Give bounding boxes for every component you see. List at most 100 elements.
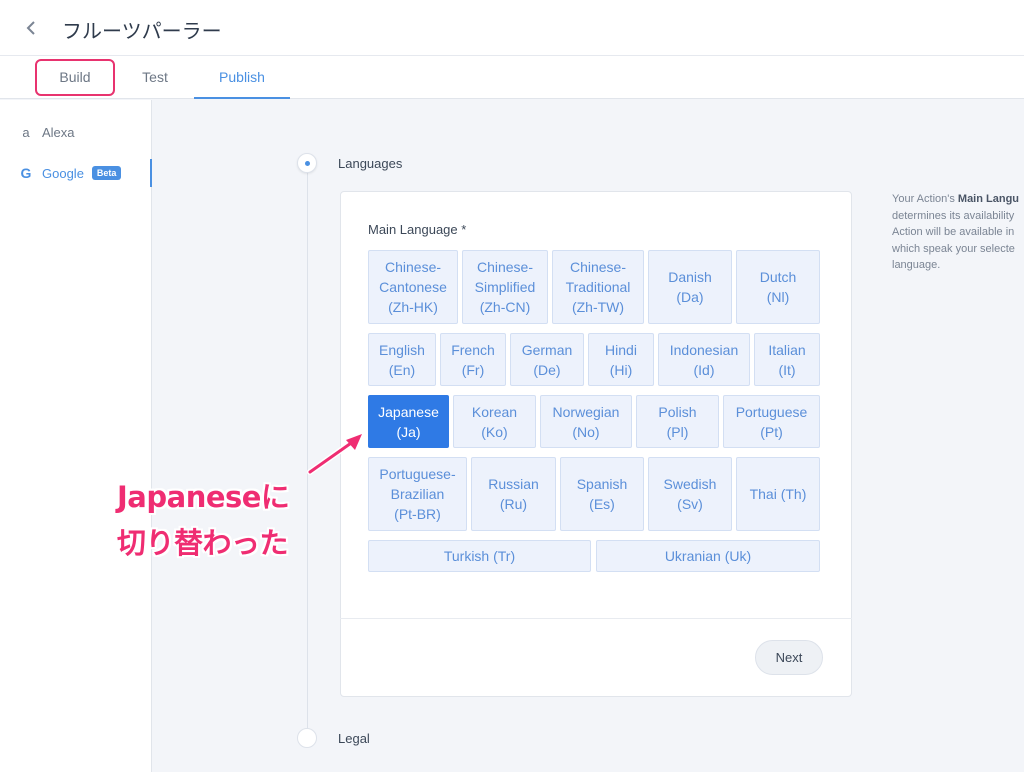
- help-line: language.: [892, 259, 941, 271]
- language-option-sv[interactable]: Swedish (Sv): [648, 457, 732, 531]
- help-line: determines its availability: [892, 209, 1015, 222]
- language-code: (Es): [589, 496, 615, 512]
- language-code: (Pt-BR): [394, 506, 441, 522]
- language-option-nl[interactable]: Dutch (Nl): [736, 250, 820, 324]
- help-line: Action will be available in: [892, 226, 1015, 238]
- step-indicator-active: [297, 153, 317, 173]
- language-option-th[interactable]: Thai (Th): [736, 457, 820, 531]
- beta-badge: Beta: [91, 166, 122, 180]
- language-option-es[interactable]: Spanish (Es): [560, 457, 644, 531]
- language-line: Norwegian: [552, 403, 620, 420]
- language-line: Chinese-: [569, 259, 626, 275]
- app-title: フルーツパーラー: [62, 19, 222, 43]
- language-option-ko[interactable]: Korean (Ko): [453, 395, 536, 448]
- language-code: (Zh-CN): [479, 299, 531, 315]
- language-line: Ukranian (Uk): [664, 548, 752, 564]
- chevron-left-icon: [26, 21, 35, 35]
- language-line: Polish: [658, 403, 697, 420]
- tab-build[interactable]: Build: [36, 56, 114, 99]
- language-code: (De): [533, 361, 561, 378]
- language-line: Brazilian: [390, 486, 445, 502]
- language-option-pt[interactable]: Portuguese (Pt): [723, 395, 820, 448]
- language-option-hi[interactable]: Hindi (Hi): [588, 333, 654, 386]
- language-option-zh-tw[interactable]: Chinese- Traditional (Zh-TW): [552, 250, 644, 324]
- language-code: (Ru): [499, 496, 528, 512]
- language-line: Portuguese-: [379, 466, 456, 482]
- language-code: (Fr): [461, 361, 485, 378]
- help-line: Your Action's: [892, 193, 958, 205]
- language-line: Swedish: [663, 476, 717, 492]
- back-button[interactable]: [20, 16, 42, 40]
- language-code: (Zh-HK): [388, 299, 438, 315]
- language-option-ru[interactable]: Russian (Ru): [471, 457, 556, 531]
- language-option-en[interactable]: English (En): [368, 333, 436, 386]
- language-line: Thai (Th): [749, 486, 807, 502]
- language-line: Cantonese: [379, 279, 447, 295]
- language-line: French: [451, 341, 495, 358]
- language-line: Japanese: [378, 403, 439, 420]
- annotation-line: 切り替わった: [117, 526, 289, 560]
- language-line: Indonesian: [669, 341, 739, 358]
- language-code: (Ja): [396, 423, 421, 440]
- language-line: Spanish: [576, 476, 628, 492]
- help-line-bold: Main Langu: [957, 193, 1020, 205]
- help-text: Your Action's Main Langu determines its …: [892, 191, 1024, 281]
- language-option-fr[interactable]: French (Fr): [440, 333, 506, 386]
- next-button[interactable]: Next: [755, 640, 823, 675]
- language-line: Portuguese: [735, 403, 808, 420]
- language-option-pt-br[interactable]: Portuguese- Brazilian (Pt-BR): [368, 457, 467, 531]
- annotation-line: Japaneseに: [117, 480, 290, 514]
- language-line: Korean: [471, 403, 518, 420]
- language-option-uk[interactable]: Ukranian (Uk): [596, 540, 820, 572]
- language-option-id[interactable]: Indonesian (Id): [658, 333, 750, 386]
- language-code: (Pl): [666, 423, 689, 440]
- language-code: (It): [778, 361, 796, 378]
- sidebar-item-label: Google: [42, 165, 84, 181]
- annotation-arrow-icon: [307, 432, 364, 475]
- sidebar-item-alexa[interactable]: a Alexa: [0, 117, 152, 147]
- annotation-callout: Japaneseに 切り替わった: [117, 474, 317, 566]
- language-option-de[interactable]: German (De): [510, 333, 584, 386]
- language-line: Italian: [768, 341, 806, 358]
- language-line: Chinese-: [476, 259, 533, 275]
- language-line: Hindi: [605, 341, 637, 358]
- tab-test[interactable]: Test: [128, 56, 182, 99]
- language-code: (Ko): [481, 423, 508, 440]
- language-option-zh-cn[interactable]: Chinese- Simplified (Zh-CN): [462, 250, 548, 324]
- language-line: English: [379, 341, 425, 358]
- language-line: Dutch: [759, 269, 797, 285]
- language-option-it[interactable]: Italian (It): [754, 333, 820, 386]
- tab-bar: Build Test Publish: [0, 56, 1024, 99]
- language-line: Traditional: [565, 279, 631, 295]
- language-line: Turkish (Tr): [443, 548, 516, 564]
- sidebar: a Alexa G Google Beta: [0, 100, 152, 772]
- amazon-icon: a: [22, 124, 30, 140]
- language-line: Russian: [488, 476, 539, 492]
- sidebar-item-google[interactable]: G Google Beta: [0, 159, 152, 187]
- app-header: フルーツパーラー: [0, 0, 1024, 56]
- help-line: which speak your selecte: [892, 242, 1015, 255]
- language-code: (En): [388, 361, 416, 378]
- tab-publish[interactable]: Publish: [194, 56, 290, 99]
- language-option-tr[interactable]: Turkish (Tr): [368, 540, 591, 572]
- sidebar-item-label: Alexa: [42, 124, 75, 140]
- language-code: (Zh-TW): [571, 299, 625, 315]
- google-icon: G: [20, 165, 32, 181]
- language-option-pl[interactable]: Polish (Pl): [636, 395, 719, 448]
- language-option-ja[interactable]: Japanese (Ja): [368, 395, 449, 448]
- language-line: Simplified: [474, 279, 536, 295]
- step-indicator: [297, 728, 317, 748]
- language-line: Chinese-: [384, 259, 442, 275]
- language-option-no[interactable]: Norwegian (No): [540, 395, 632, 448]
- language-code: (Hi): [609, 361, 633, 378]
- language-option-da[interactable]: Danish (Da): [648, 250, 732, 324]
- language-line: Danish: [668, 269, 712, 285]
- language-code: (No): [572, 423, 600, 440]
- language-code: (Id): [693, 361, 715, 378]
- main-language-label: Main Language *: [368, 222, 467, 237]
- language-code: (Pt): [760, 423, 783, 440]
- language-line: German: [521, 341, 573, 358]
- step-legal-label[interactable]: Legal: [338, 731, 370, 746]
- language-option-zh-hk[interactable]: Chinese- Cantonese (Zh-HK): [368, 250, 458, 324]
- language-code: (Sv): [677, 496, 703, 512]
